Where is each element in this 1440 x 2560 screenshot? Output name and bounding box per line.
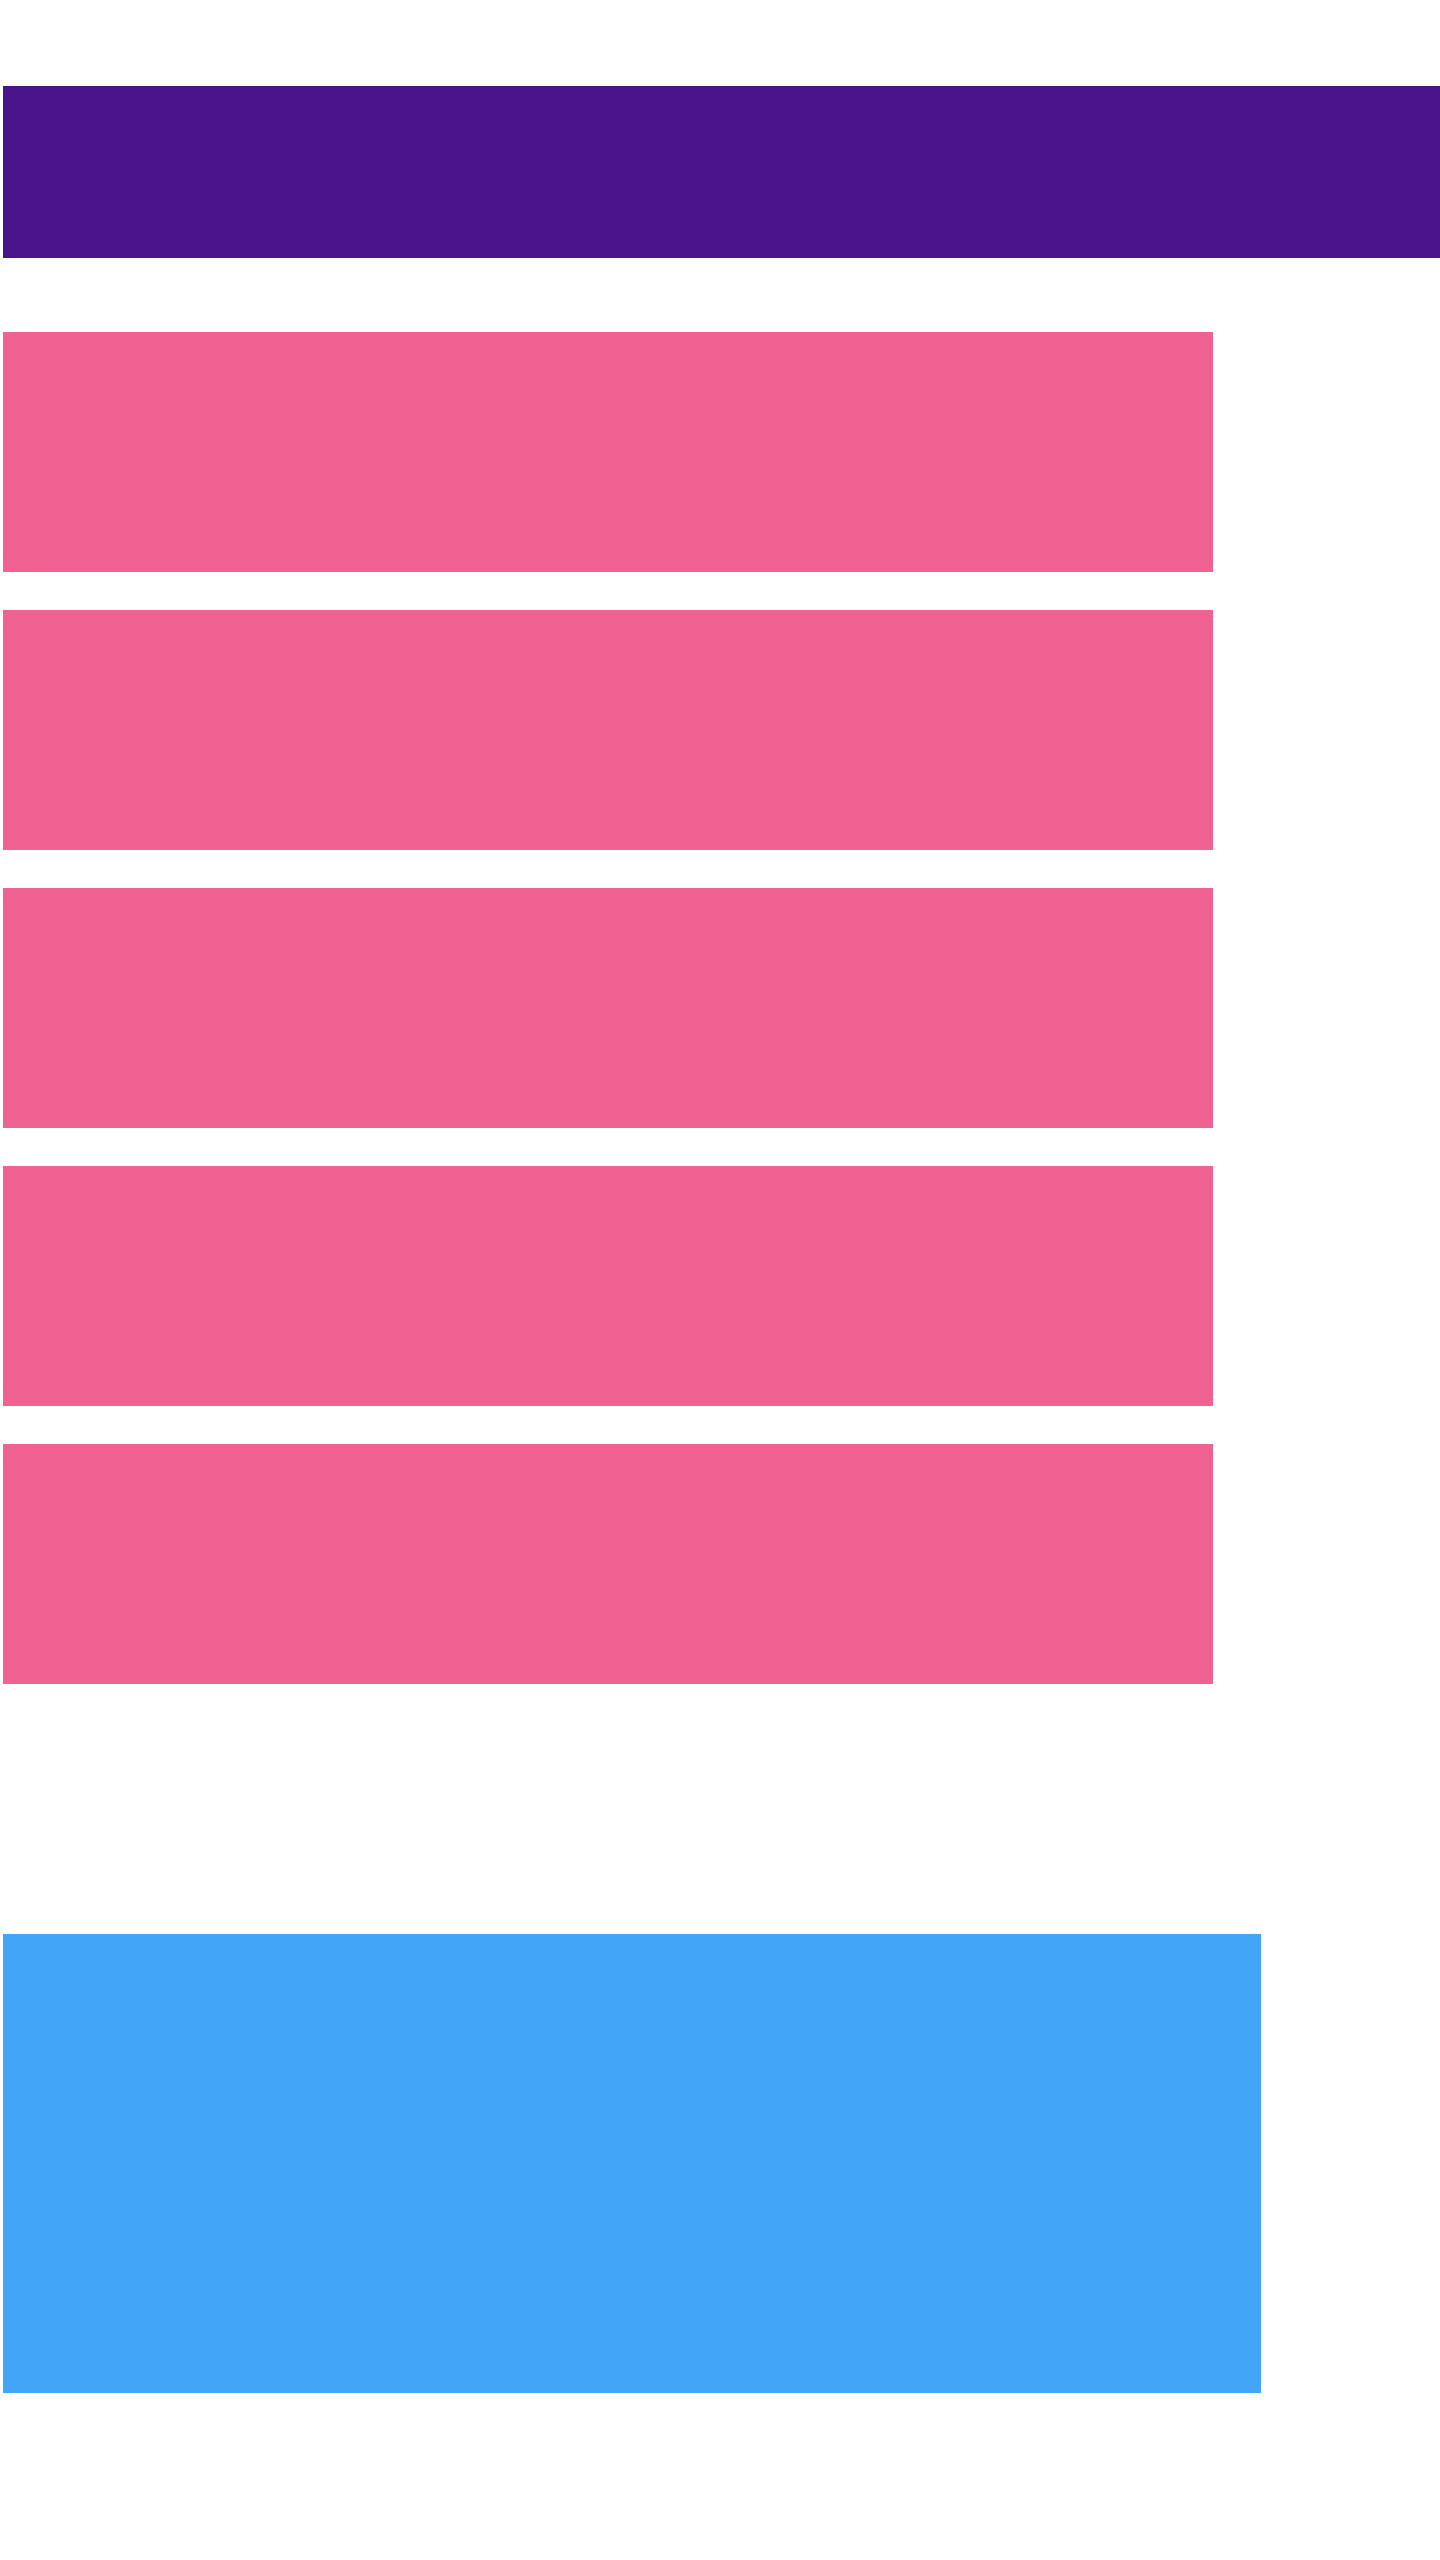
card-3 [3, 888, 1213, 1128]
content-panel [3, 1934, 1261, 2393]
card-4 [3, 1166, 1213, 1406]
card-2 [3, 610, 1213, 850]
card-5 [3, 1444, 1213, 1684]
header-bar [3, 86, 1440, 258]
card-1 [3, 332, 1213, 572]
